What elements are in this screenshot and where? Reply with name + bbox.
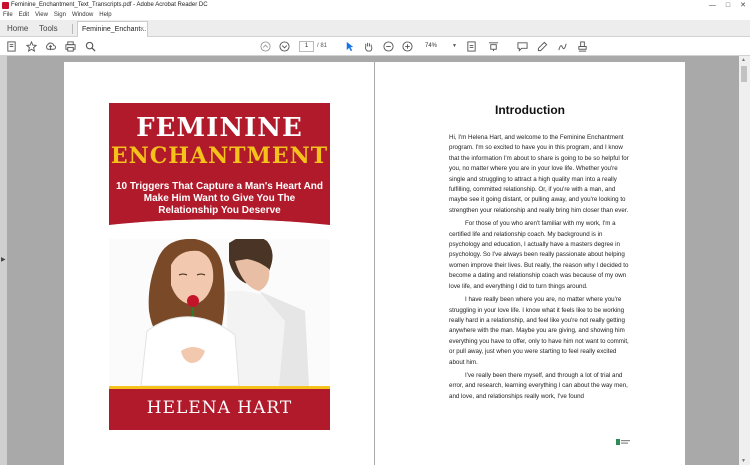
document-tab-label: Feminine_Enchant...: [82, 26, 147, 33]
scroll-down-icon[interactable]: ▼: [741, 458, 746, 464]
pdf-page-introduction: Introduction Hi, I'm Helena Hart, and we…: [375, 62, 685, 465]
pdf-page-cover: FEMININE ENCHANTMENT 10 Triggers That Ca…: [64, 62, 374, 465]
fit-page-icon[interactable]: [465, 40, 477, 52]
page-total: / 81: [317, 43, 328, 49]
navigation-pane-toggle[interactable]: ▶: [0, 56, 7, 465]
intro-paragraph: I have really been where you are, no mat…: [449, 296, 629, 366]
tab-tools[interactable]: Tools: [39, 20, 58, 37]
toolbar: 1 / 81 74% ▼: [0, 37, 750, 56]
tab-home[interactable]: Home: [7, 20, 28, 37]
print-icon[interactable]: [64, 40, 76, 52]
close-window-icon[interactable]: ✕: [740, 0, 746, 11]
zoom-in-icon[interactable]: [401, 40, 413, 52]
highlight-pen-icon[interactable]: [536, 40, 548, 52]
tab-divider: [72, 24, 73, 34]
title-bar: Feminine_Enchantment_Text_Transcripts.pd…: [0, 0, 750, 11]
menu-bar: File Edit View Sign Window Help: [0, 11, 750, 20]
acrobat-logo-icon: [2, 2, 9, 9]
book-cover: FEMININE ENCHANTMENT 10 Triggers That Ca…: [109, 103, 330, 430]
menu-file[interactable]: File: [3, 11, 13, 20]
intro-paragraph: For those of you who aren't familiar wit…: [449, 220, 629, 290]
tab-bar: Home Tools Feminine_Enchant... ×: [0, 20, 750, 37]
cover-couple-photo: [109, 231, 330, 386]
next-page-icon[interactable]: [278, 40, 290, 52]
cover-swoosh: [109, 217, 330, 239]
menu-sign[interactable]: Sign: [54, 11, 66, 20]
search-icon[interactable]: [84, 40, 96, 52]
menu-window[interactable]: Window: [72, 11, 93, 20]
vertical-scrollbar[interactable]: ▲ ▼: [739, 56, 750, 465]
upload-cloud-icon[interactable]: [44, 40, 56, 52]
cover-footer: HELENA HART: [109, 386, 330, 430]
stamp-icon[interactable]: [576, 40, 588, 52]
close-tab-icon[interactable]: ×: [140, 22, 144, 37]
cover-title-line2: ENCHANTMENT: [110, 143, 329, 169]
maximize-icon[interactable]: □: [726, 0, 730, 11]
create-pdf-icon[interactable]: [5, 40, 17, 52]
intro-heading: Introduction: [495, 103, 565, 117]
acrobat-window: Feminine_Enchantment_Text_Transcripts.pd…: [0, 0, 750, 465]
document-viewport[interactable]: ▶ FEMININE ENCHANTMENT 10 Triggers That …: [0, 56, 750, 465]
zoom-dropdown[interactable]: 74% ▼: [420, 41, 460, 52]
intro-paragraph: Hi, I'm Helena Hart, and welcome to the …: [449, 134, 629, 214]
expand-arrow-icon: ▶: [1, 257, 6, 263]
zoom-value: 74%: [425, 43, 438, 49]
minimize-icon[interactable]: —: [709, 0, 716, 11]
chevron-down-icon: ▼: [452, 43, 457, 49]
cover-title-line1: FEMININE: [136, 113, 303, 143]
intro-paragraph: I've really been there myself, and throu…: [449, 371, 628, 400]
page-number-input[interactable]: 1: [299, 41, 314, 52]
scrollbar-thumb[interactable]: [741, 66, 747, 82]
zoom-out-icon[interactable]: [382, 40, 394, 52]
footer-logo-icon: [616, 439, 630, 445]
menu-edit[interactable]: Edit: [19, 11, 29, 20]
menu-help[interactable]: Help: [99, 11, 111, 20]
intro-body: Hi, I'm Helena Hart, and welcome to the …: [449, 133, 633, 405]
cover-subtitle: 10 Triggers That Capture a Man's Heart A…: [115, 181, 324, 216]
hand-tool-icon[interactable]: [362, 40, 374, 52]
bookmark-star-icon[interactable]: [25, 40, 37, 52]
menu-view[interactable]: View: [35, 11, 48, 20]
scroll-mode-icon[interactable]: [487, 40, 499, 52]
previous-page-icon[interactable]: [259, 40, 271, 52]
cover-author: HELENA HART: [146, 398, 293, 418]
window-title: Feminine_Enchantment_Text_Transcripts.pd…: [11, 2, 208, 8]
select-cursor-icon[interactable]: [343, 40, 355, 52]
cover-header: FEMININE ENCHANTMENT 10 Triggers That Ca…: [109, 103, 330, 231]
draw-icon[interactable]: [556, 40, 568, 52]
scroll-up-icon[interactable]: ▲: [741, 57, 746, 63]
comment-icon[interactable]: [516, 40, 528, 52]
tab-document[interactable]: Feminine_Enchant... ×: [77, 21, 148, 37]
